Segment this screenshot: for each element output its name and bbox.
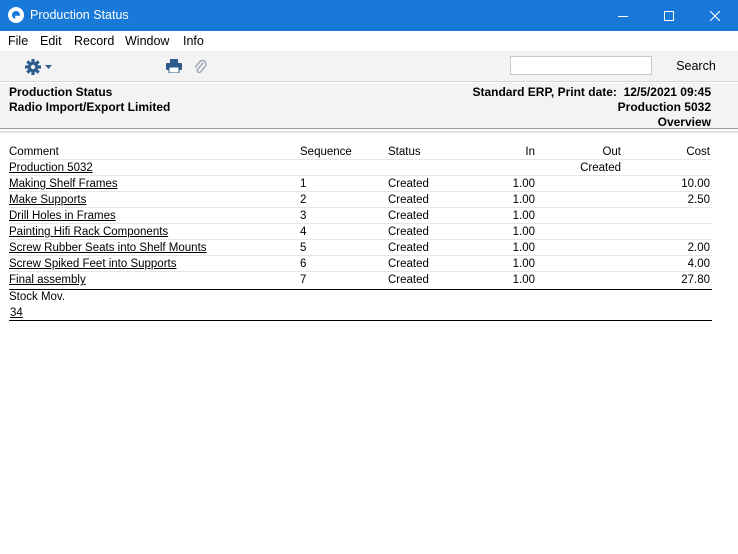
minimize-icon bbox=[618, 15, 628, 17]
toolbar: Search bbox=[0, 51, 738, 82]
col-sequence-header: Sequence bbox=[300, 146, 352, 158]
attachment-button[interactable] bbox=[193, 58, 207, 78]
in-cell: 1.00 bbox=[512, 210, 535, 222]
cost-cell: 4.00 bbox=[687, 258, 710, 270]
menu-file[interactable]: File bbox=[8, 34, 28, 48]
header-divider bbox=[0, 131, 738, 133]
status-cell: Created bbox=[388, 274, 429, 286]
menu-edit[interactable]: Edit bbox=[40, 34, 62, 48]
header-right: Standard ERP, Print date: 12/5/2021 09:4… bbox=[472, 85, 711, 130]
sequence-cell: 5 bbox=[300, 242, 307, 254]
operation-link[interactable]: Drill Holes in Frames bbox=[9, 210, 116, 222]
production-status: Created bbox=[580, 162, 621, 174]
header-left: Production Status Radio Import/Export Li… bbox=[9, 85, 170, 115]
sequence-cell: 7 bbox=[300, 274, 307, 286]
operations-menu-button[interactable] bbox=[24, 57, 54, 77]
status-cell: Created bbox=[388, 242, 429, 254]
operation-link[interactable]: Screw Rubber Seats into Shelf Mounts bbox=[9, 242, 207, 254]
maximize-icon bbox=[664, 10, 674, 21]
status-cell: Created bbox=[388, 194, 429, 206]
in-cell: 1.00 bbox=[512, 242, 535, 254]
stock-value-row: 34 bbox=[9, 305, 712, 321]
col-status-header: Status bbox=[388, 146, 421, 158]
stock-label-row: Stock Mov. bbox=[9, 289, 712, 305]
menu-bar: File Edit Record Window Info bbox=[0, 31, 738, 51]
sequence-cell: 3 bbox=[300, 210, 307, 222]
company-name: Radio Import/Export Limited bbox=[9, 100, 171, 114]
status-cell: Created bbox=[388, 226, 429, 238]
col-in-header: In bbox=[525, 146, 535, 158]
sequence-cell: 2 bbox=[300, 194, 307, 206]
in-cell: 1.00 bbox=[512, 274, 535, 286]
close-icon bbox=[710, 10, 720, 21]
col-comment-header: Comment bbox=[9, 146, 59, 158]
in-cell: 1.00 bbox=[512, 178, 535, 190]
col-cost-header: Cost bbox=[686, 146, 710, 158]
stock-mov-link[interactable]: 34 bbox=[10, 307, 23, 319]
sequence-cell: 1 bbox=[300, 178, 307, 190]
table-row: Make Supports 2 Created 1.00 2.50 bbox=[9, 192, 712, 208]
window-title: Production Status bbox=[30, 8, 129, 22]
operation-link[interactable]: Make Supports bbox=[9, 194, 86, 206]
paperclip-icon bbox=[194, 59, 207, 74]
menu-info[interactable]: Info bbox=[183, 34, 204, 48]
print-button[interactable] bbox=[166, 59, 182, 76]
in-cell: 1.00 bbox=[512, 194, 535, 206]
operation-link[interactable]: Making Shelf Frames bbox=[9, 178, 118, 190]
maximize-button[interactable] bbox=[646, 0, 692, 31]
table-row: Screw Spiked Feet into Supports 6 Create… bbox=[9, 256, 712, 272]
production-link[interactable]: Production 5032 bbox=[9, 162, 93, 174]
operation-link[interactable]: Final assembly bbox=[9, 274, 86, 286]
menu-window[interactable]: Window bbox=[125, 34, 169, 48]
report-header: Production Status Radio Import/Export Li… bbox=[0, 83, 738, 129]
sequence-cell: 4 bbox=[300, 226, 307, 238]
minimize-button[interactable] bbox=[600, 0, 646, 31]
production-row: Production 5032 Created bbox=[9, 160, 712, 176]
table-row: Making Shelf Frames 1 Created 1.00 10.00 bbox=[9, 176, 712, 192]
table-row: Painting Hifi Rack Components 4 Created … bbox=[9, 224, 712, 240]
print-info: Standard ERP, Print date: 12/5/2021 09:4… bbox=[472, 85, 711, 99]
sequence-cell: 6 bbox=[300, 258, 307, 270]
in-cell: 1.00 bbox=[512, 226, 535, 238]
chevron-down-icon bbox=[45, 65, 52, 69]
col-out-header: Out bbox=[602, 146, 621, 158]
cost-cell: 27.80 bbox=[681, 274, 710, 286]
gear-icon bbox=[25, 59, 52, 75]
status-cell: Created bbox=[388, 210, 429, 222]
cost-cell: 2.00 bbox=[687, 242, 710, 254]
table-row: Drill Holes in Frames 3 Created 1.00 bbox=[9, 208, 712, 224]
production-number: Production 5032 bbox=[617, 100, 711, 114]
menu-record[interactable]: Record bbox=[74, 34, 114, 48]
report-mode: Overview bbox=[657, 115, 711, 129]
printer-icon bbox=[166, 59, 182, 74]
title-bar: Production Status bbox=[0, 0, 738, 31]
table-row: Final assembly 7 Created 1.00 27.80 bbox=[9, 272, 712, 288]
cost-cell: 2.50 bbox=[687, 194, 710, 206]
app-logo-icon[interactable] bbox=[8, 7, 24, 23]
operation-link[interactable]: Painting Hifi Rack Components bbox=[9, 226, 168, 238]
table-row: Screw Rubber Seats into Shelf Mounts 5 C… bbox=[9, 240, 712, 256]
search-button[interactable]: Search bbox=[666, 59, 726, 73]
close-button[interactable] bbox=[692, 0, 738, 31]
stock-mov-label: Stock Mov. bbox=[9, 291, 66, 303]
search-input[interactable] bbox=[510, 56, 652, 75]
in-cell: 1.00 bbox=[512, 258, 535, 270]
column-header-row: Comment Sequence Status In Out Cost bbox=[9, 144, 712, 160]
cost-cell: 10.00 bbox=[681, 178, 710, 190]
report-name: Production Status bbox=[9, 85, 113, 99]
status-cell: Created bbox=[388, 258, 429, 270]
operation-link[interactable]: Screw Spiked Feet into Supports bbox=[9, 258, 176, 270]
status-cell: Created bbox=[388, 178, 429, 190]
stock-bottom-rule bbox=[9, 320, 712, 321]
